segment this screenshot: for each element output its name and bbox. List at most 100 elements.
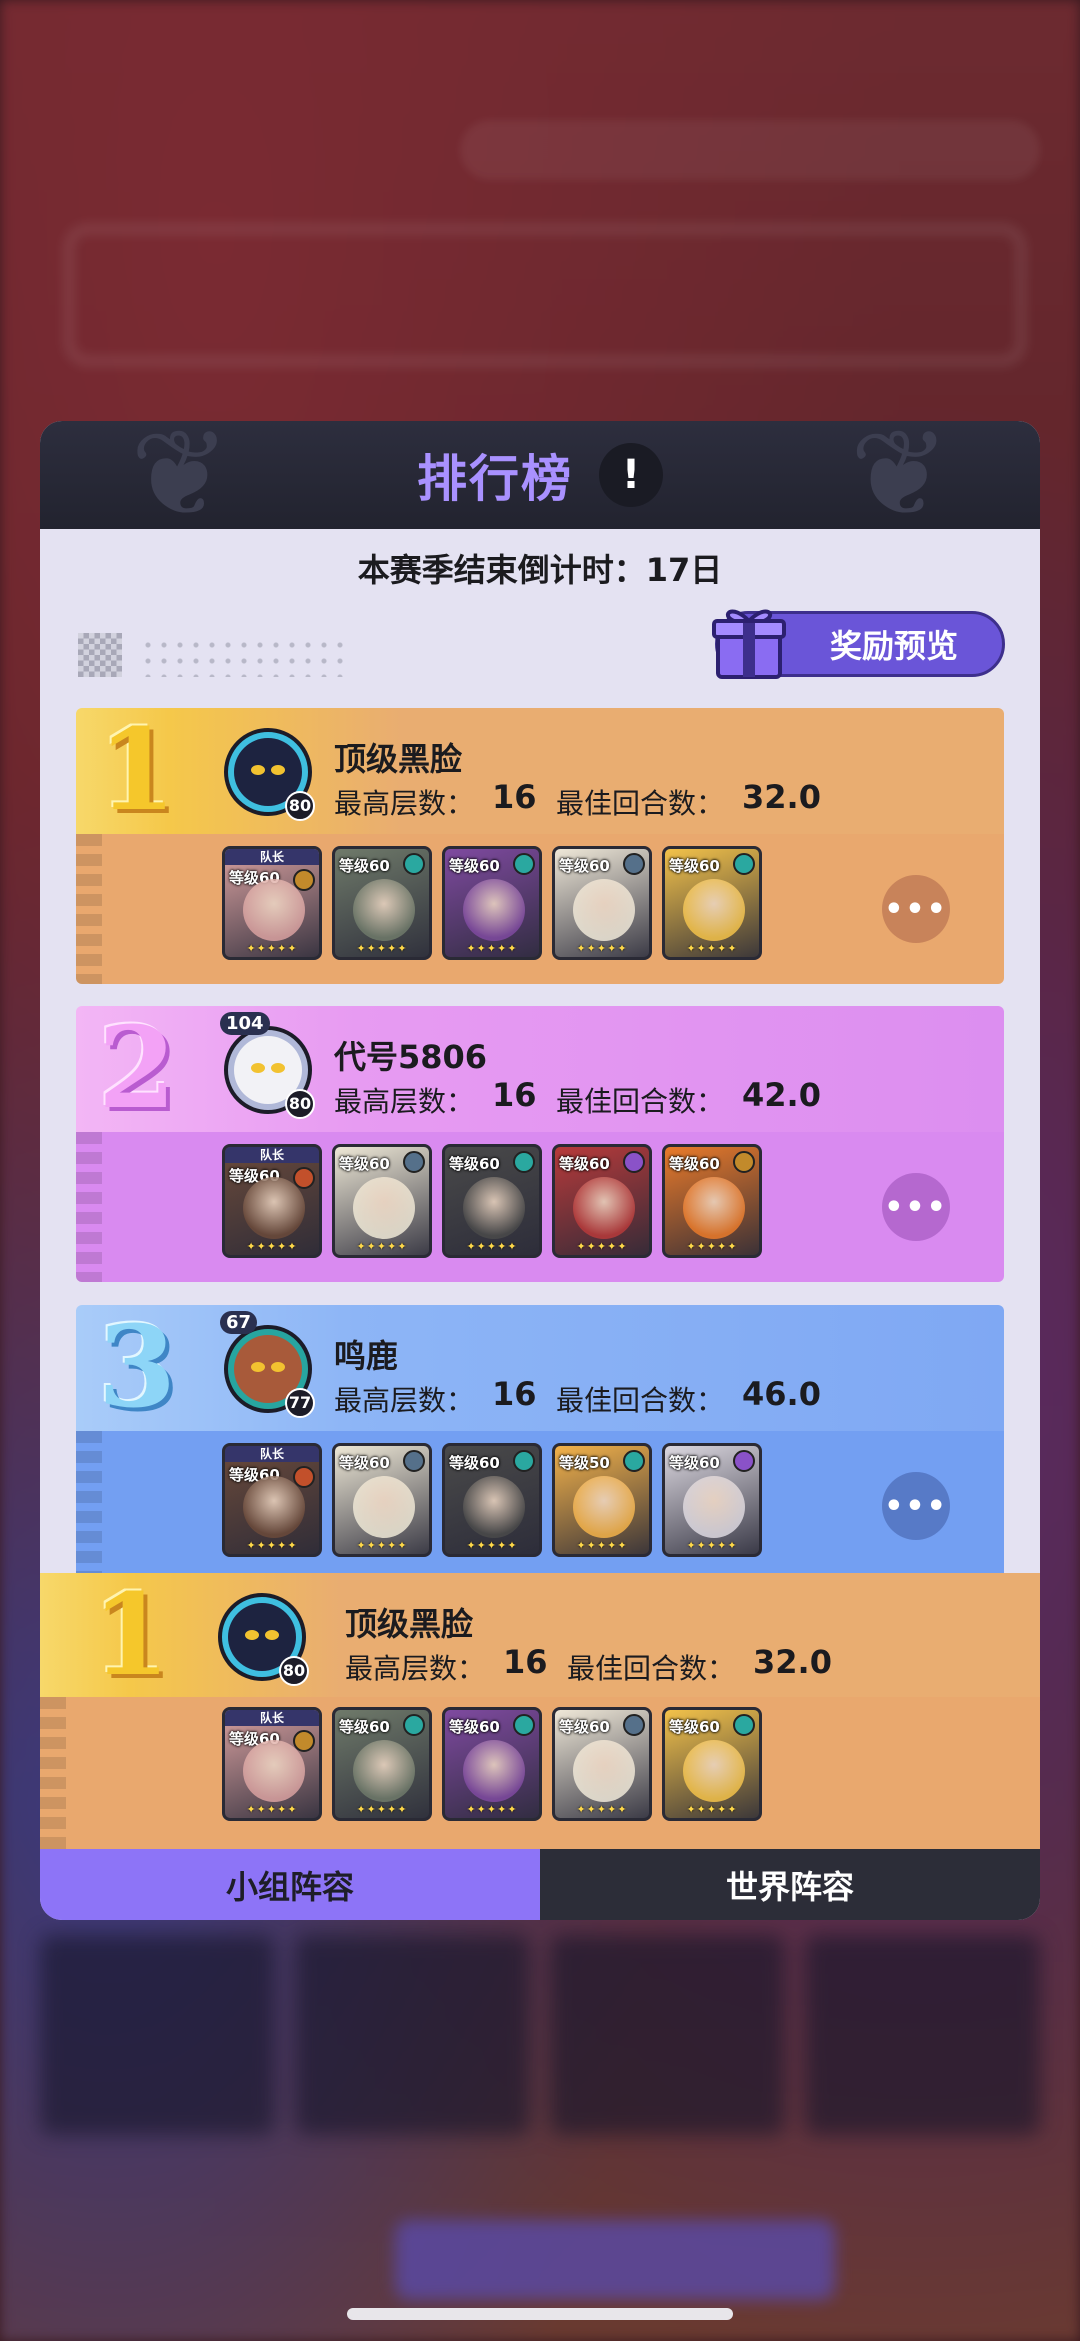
leaderboard-modal: ❦ 排行榜 ! ❦ 本赛季结束倒计时：17日 奖励预览 1 80 顶级黑脸 最高… <box>40 421 1040 1920</box>
more-button[interactable]: ••• <box>882 1173 950 1241</box>
player-name: 代号5806 <box>334 1038 488 1076</box>
hero-card[interactable]: 等级60 ✦✦✦✦✦ <box>332 1443 432 1557</box>
hero-card[interactable]: 等级60 ✦✦✦✦✦ <box>442 1707 542 1821</box>
hero-stars: ✦✦✦✦✦ <box>686 942 738 955</box>
hero-card[interactable]: 等级60 ✦✦✦✦✦ <box>552 846 652 960</box>
hero-stars: ✦✦✦✦✦ <box>466 942 518 955</box>
hero-portrait <box>683 1476 745 1538</box>
hero-card[interactable]: 等级50 ✦✦✦✦✦ <box>552 1443 652 1557</box>
element-icon <box>623 1450 645 1472</box>
more-button[interactable]: ••• <box>882 875 950 943</box>
hero-stars: ✦✦✦✦✦ <box>246 1240 298 1253</box>
hero-portrait <box>243 879 305 941</box>
hero-card[interactable]: 等级60 ✦✦✦✦✦ <box>332 1144 432 1258</box>
ranking-row: 1 80 顶级黑脸 最高层数： 16 最佳回合数： 32.0 队长 等级60 ✦… <box>76 708 1004 984</box>
element-icon <box>623 1714 645 1736</box>
dots-decoration <box>140 637 350 677</box>
player-name: 顶级黑脸 <box>345 1605 474 1643</box>
captain-badge: 队长 <box>225 1446 319 1462</box>
lineup-tabs: 小组阵容 世界阵容 <box>40 1849 1040 1920</box>
hero-card[interactable]: 等级60 ✦✦✦✦✦ <box>662 1443 762 1557</box>
hero-card[interactable]: 等级60 ✦✦✦✦✦ <box>442 846 542 960</box>
hero-card[interactable]: 等级60 ✦✦✦✦✦ <box>442 1443 542 1557</box>
tab-world-lineup[interactable]: 世界阵容 <box>540 1849 1040 1920</box>
hero-level: 等级60 <box>669 1718 720 1736</box>
hero-card[interactable]: 等级60 ✦✦✦✦✦ <box>442 1144 542 1258</box>
hero-stars: ✦✦✦✦✦ <box>576 1803 628 1816</box>
ranking-row: 3 77 67 鸣鹿 最高层数： 16 最佳回合数： 46.0 队长 等级60 … <box>76 1305 1004 1581</box>
hero-portrait <box>573 1476 635 1538</box>
hero-card[interactable]: 等级60 ✦✦✦✦✦ <box>552 1707 652 1821</box>
hero-portrait <box>683 1177 745 1239</box>
hero-stars: ✦✦✦✦✦ <box>356 942 408 955</box>
my-ranking-header: 1 80 顶级黑脸 最高层数： 16 最佳回合数： 32.0 <box>40 1573 1040 1697</box>
hero-level: 等级60 <box>559 857 610 875</box>
element-icon <box>623 1151 645 1173</box>
rank-number: 1 <box>92 1570 170 1701</box>
home-indicator[interactable] <box>347 2308 733 2320</box>
hero-portrait <box>243 1177 305 1239</box>
hero-portrait <box>463 1476 525 1538</box>
hero-stars: ✦✦✦✦✦ <box>466 1539 518 1552</box>
hero-level: 等级60 <box>339 857 390 875</box>
max-floor-label: 最高层数： <box>334 787 475 820</box>
stripe-decoration <box>40 1697 66 1849</box>
leaderboard-title: 排行榜 <box>417 450 573 508</box>
rank-number: 2 <box>98 1006 176 1134</box>
captain-badge: 队长 <box>225 1710 319 1726</box>
hero-card[interactable]: 等级60 ✦✦✦✦✦ <box>552 1144 652 1258</box>
my-ranking-lineup: 队长 等级60 ✦✦✦✦✦ 等级60 ✦✦✦✦✦ 等级60 ✦✦✦✦✦ 等级60… <box>40 1697 1040 1849</box>
player-avatar[interactable]: 80 <box>216 720 326 824</box>
hero-stars: ✦✦✦✦✦ <box>246 1539 298 1552</box>
player-avatar[interactable]: 80 <box>210 1585 320 1689</box>
info-button[interactable]: ! <box>599 443 663 507</box>
ranking-row-lineup: 队长 等级60 ✦✦✦✦✦ 等级60 ✦✦✦✦✦ 等级60 ✦✦✦✦✦ 等级50… <box>76 1431 1004 1581</box>
hero-portrait <box>353 1476 415 1538</box>
hero-lineup: 队长 等级60 ✦✦✦✦✦ 等级60 ✦✦✦✦✦ 等级60 ✦✦✦✦✦ 等级50… <box>222 1443 762 1557</box>
blurred-resource-bar <box>460 120 1040 180</box>
hero-level: 等级60 <box>339 1155 390 1173</box>
more-button[interactable]: ••• <box>882 1472 950 1540</box>
hero-stars: ✦✦✦✦✦ <box>466 1803 518 1816</box>
best-round-value: 32.0 <box>742 778 821 816</box>
best-round-label: 最佳回合数： <box>567 1652 736 1685</box>
hero-card[interactable]: 队长 等级60 ✦✦✦✦✦ <box>222 1707 322 1821</box>
ranking-row-lineup: 队长 等级60 ✦✦✦✦✦ 等级60 ✦✦✦✦✦ 等级60 ✦✦✦✦✦ 等级60… <box>76 834 1004 984</box>
hero-card[interactable]: 队长 等级60 ✦✦✦✦✦ <box>222 846 322 960</box>
element-icon <box>513 1714 535 1736</box>
title-badge: 67 <box>220 1311 258 1334</box>
hero-level: 等级60 <box>559 1718 610 1736</box>
element-icon <box>733 853 755 875</box>
hero-card[interactable]: 等级60 ✦✦✦✦✦ <box>662 1707 762 1821</box>
hero-card[interactable]: 等级60 ✦✦✦✦✦ <box>332 1707 432 1821</box>
hero-card[interactable]: 等级60 ✦✦✦✦✦ <box>662 1144 762 1258</box>
hero-level: 等级60 <box>449 1718 500 1736</box>
my-ranking-row: 1 80 顶级黑脸 最高层数： 16 最佳回合数： 32.0 队长 等级60 ✦… <box>40 1573 1040 1849</box>
hero-stars: ✦✦✦✦✦ <box>576 1539 628 1552</box>
hero-stars: ✦✦✦✦✦ <box>686 1240 738 1253</box>
ranking-row-header: 1 80 顶级黑脸 最高层数： 16 最佳回合数： 32.0 <box>76 708 1004 834</box>
hero-portrait <box>463 1177 525 1239</box>
hero-card[interactable]: 等级60 ✦✦✦✦✦ <box>332 846 432 960</box>
hero-portrait <box>683 879 745 941</box>
element-icon <box>403 853 425 875</box>
hero-stars: ✦✦✦✦✦ <box>356 1803 408 1816</box>
hero-stars: ✦✦✦✦✦ <box>246 1803 298 1816</box>
hero-portrait <box>573 1177 635 1239</box>
hero-level: 等级60 <box>449 1454 500 1472</box>
hero-stars: ✦✦✦✦✦ <box>246 942 298 955</box>
tab-group-lineup[interactable]: 小组阵容 <box>40 1849 540 1920</box>
hero-card[interactable]: 等级60 ✦✦✦✦✦ <box>662 846 762 960</box>
max-floor-label: 最高层数： <box>345 1652 486 1685</box>
element-icon <box>733 1714 755 1736</box>
max-floor-value: 16 <box>492 1375 537 1413</box>
element-icon <box>403 1450 425 1472</box>
hero-level: 等级60 <box>669 1454 720 1472</box>
hero-stars: ✦✦✦✦✦ <box>576 942 628 955</box>
rank-number: 1 <box>98 708 176 836</box>
hero-card[interactable]: 队长 等级60 ✦✦✦✦✦ <box>222 1144 322 1258</box>
hero-level: 等级60 <box>339 1718 390 1736</box>
blurred-button <box>395 2220 835 2300</box>
hero-card[interactable]: 队长 等级60 ✦✦✦✦✦ <box>222 1443 322 1557</box>
hero-portrait <box>353 1740 415 1802</box>
